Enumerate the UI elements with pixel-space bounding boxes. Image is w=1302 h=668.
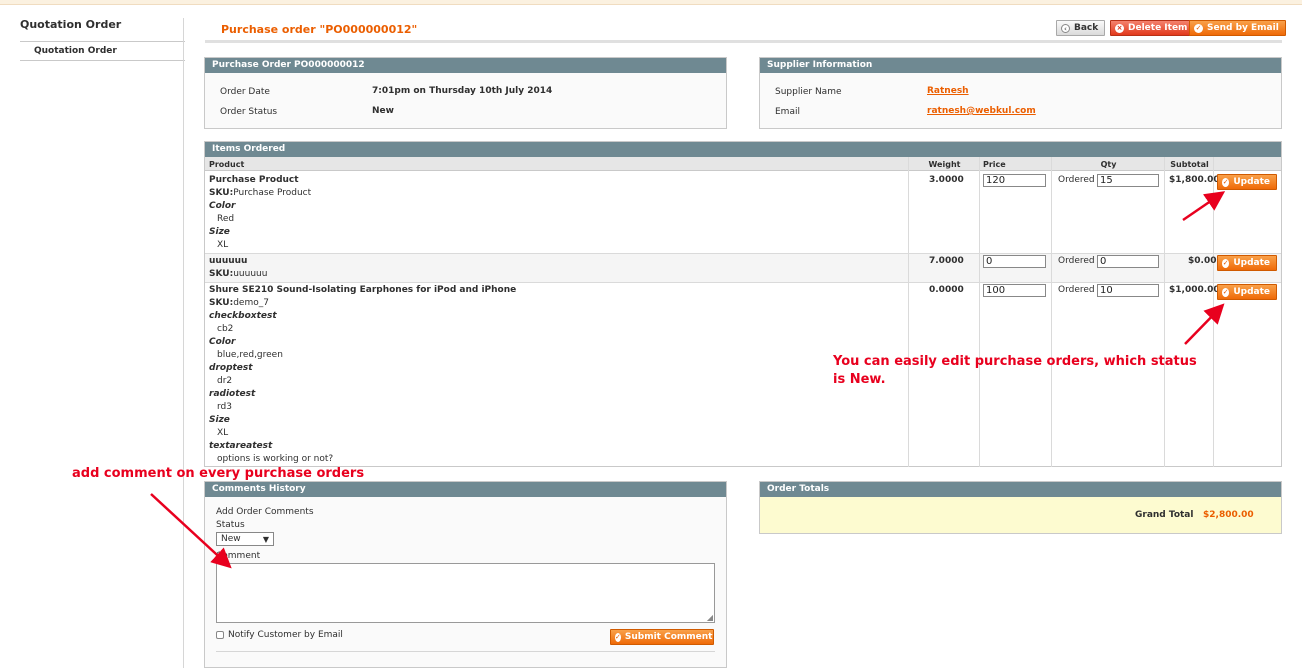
- arrow-to-update-3: [1184, 303, 1225, 345]
- annotation-arrows: [150, 191, 1226, 569]
- arrow-to-update-1: [1182, 191, 1226, 222]
- arrow-to-comment: [150, 493, 232, 569]
